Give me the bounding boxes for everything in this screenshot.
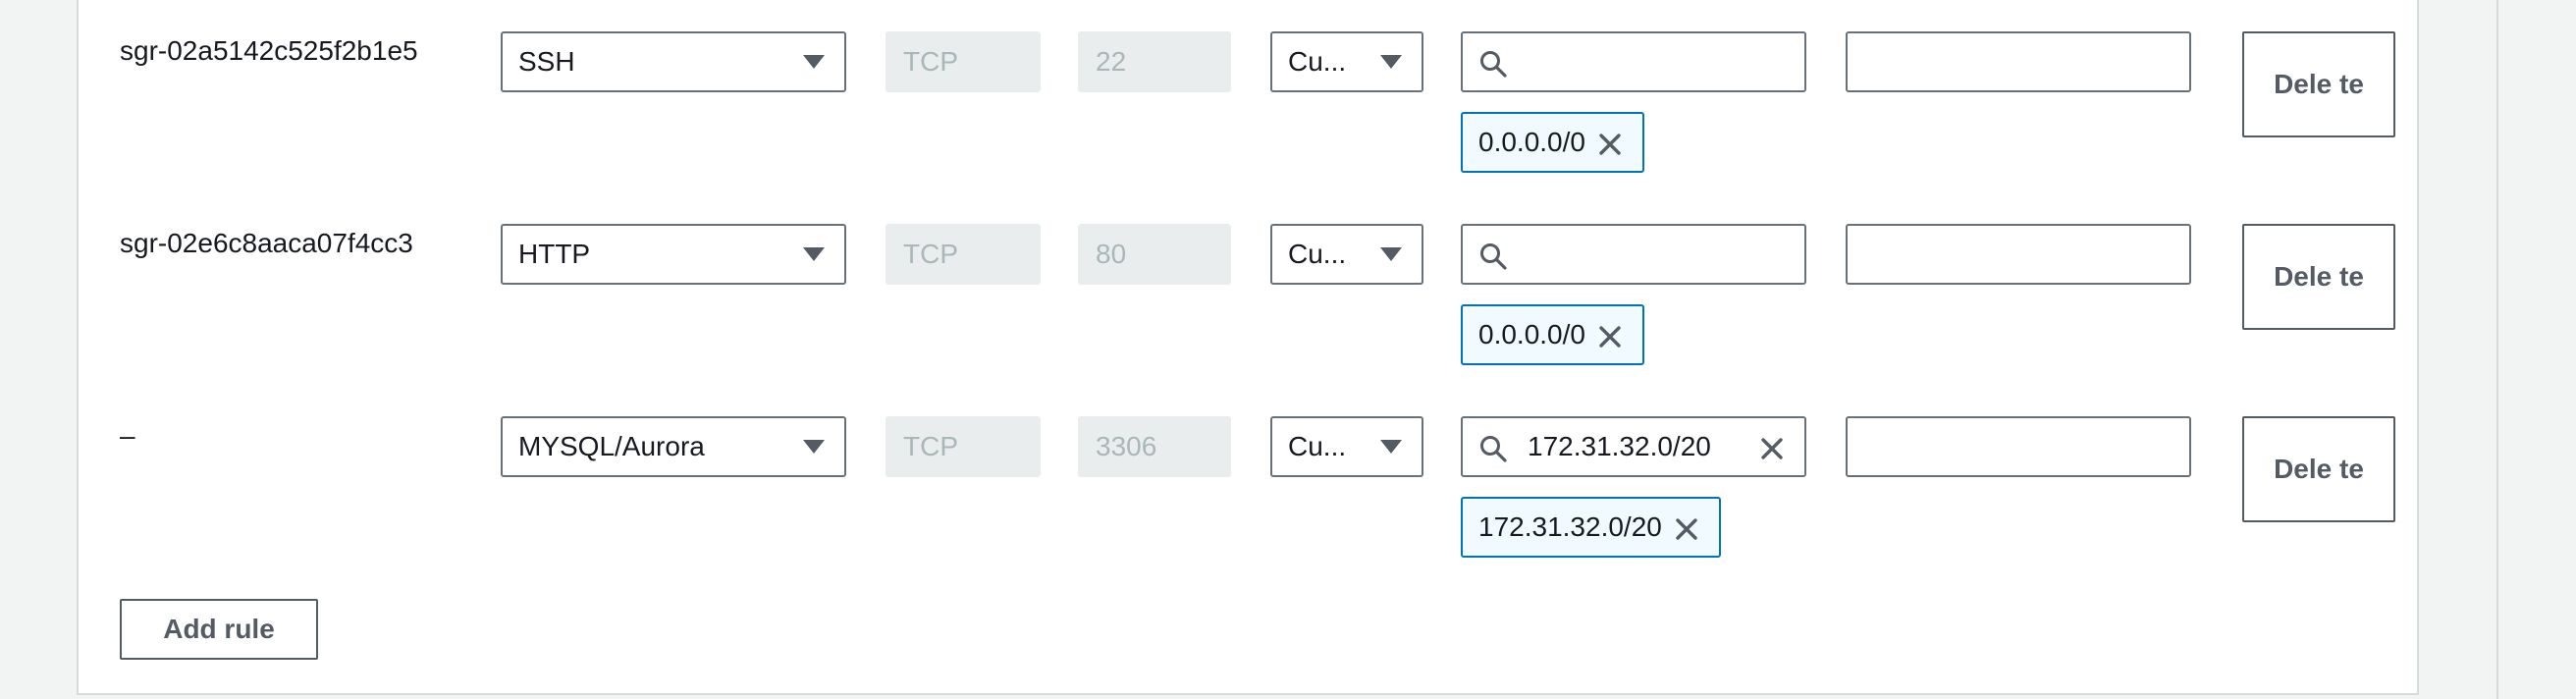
source-type-value: Cu...	[1288, 46, 1347, 77]
rule-row: sgr-02e6c8aaca07f4cc3 HTTP TCP 80 Cu... …	[79, 192, 2417, 379]
source-token: 0.0.0.0/0	[1461, 304, 1644, 365]
delete-button[interactable]: Dele te	[2242, 416, 2395, 522]
rule-row: – MYSQL/Aurora TCP 3306 Cu... 172.31.32.…	[79, 385, 2417, 571]
description-input[interactable]	[1846, 416, 2191, 477]
type-select[interactable]: SSH	[501, 31, 846, 92]
add-rule-button[interactable]: Add rule	[120, 599, 318, 660]
close-icon[interactable]	[1593, 320, 1627, 353]
description-input[interactable]	[1846, 31, 2191, 92]
port-range-field: 22	[1078, 31, 1231, 92]
caret-down-icon	[1380, 440, 1402, 454]
port-range-field: 80	[1078, 224, 1231, 285]
source-type-select[interactable]: Cu...	[1270, 224, 1423, 285]
protocol-field: TCP	[886, 224, 1041, 285]
port-range-field: 3306	[1078, 416, 1231, 477]
source-token-label: 0.0.0.0/0	[1478, 319, 1585, 350]
source-type-value: Cu...	[1288, 239, 1347, 269]
caret-down-icon	[1380, 55, 1402, 69]
source-search-value: 172.31.32.0/20	[1528, 431, 1711, 461]
caret-down-icon	[803, 440, 825, 454]
caret-down-icon	[803, 247, 825, 261]
description-input[interactable]	[1846, 224, 2191, 285]
page-border	[2496, 0, 2498, 699]
source-search-input[interactable]	[1461, 224, 1806, 285]
close-icon[interactable]	[1593, 128, 1627, 161]
delete-button[interactable]: Dele te	[2242, 224, 2395, 330]
search-icon	[1480, 436, 1507, 462]
rule-id: –	[120, 420, 135, 451]
rule-id: sgr-02a5142c525f2b1e5	[120, 35, 418, 66]
source-token-label: 0.0.0.0/0	[1478, 127, 1585, 157]
source-search-input[interactable]: 172.31.32.0/20	[1461, 416, 1806, 477]
rule-id: sgr-02e6c8aaca07f4cc3	[120, 228, 413, 258]
protocol-field: TCP	[886, 31, 1041, 92]
type-select-value: HTTP	[518, 239, 591, 269]
source-type-select[interactable]: Cu...	[1270, 416, 1423, 477]
close-icon[interactable]	[1670, 512, 1703, 546]
type-select[interactable]: HTTP	[501, 224, 846, 285]
source-type-value: Cu...	[1288, 431, 1347, 461]
source-token: 172.31.32.0/20	[1461, 497, 1721, 558]
source-token: 0.0.0.0/0	[1461, 112, 1644, 173]
search-icon	[1480, 51, 1507, 78]
type-select[interactable]: MYSQL/Aurora	[501, 416, 846, 477]
type-select-value: SSH	[518, 46, 575, 77]
source-search-input[interactable]	[1461, 31, 1806, 92]
close-icon[interactable]	[1755, 432, 1789, 465]
protocol-field: TCP	[886, 416, 1041, 477]
source-token-label: 172.31.32.0/20	[1478, 511, 1662, 542]
type-select-value: MYSQL/Aurora	[518, 431, 705, 461]
source-type-select[interactable]: Cu...	[1270, 31, 1423, 92]
caret-down-icon	[1380, 247, 1402, 261]
rule-row: sgr-02a5142c525f2b1e5 SSH TCP 22 Cu... 0…	[79, 0, 2417, 187]
inbound-rules-panel: sgr-02a5142c525f2b1e5 SSH TCP 22 Cu... 0…	[77, 0, 2419, 695]
delete-button[interactable]: Dele te	[2242, 31, 2395, 137]
caret-down-icon	[803, 55, 825, 69]
search-icon	[1480, 243, 1507, 270]
